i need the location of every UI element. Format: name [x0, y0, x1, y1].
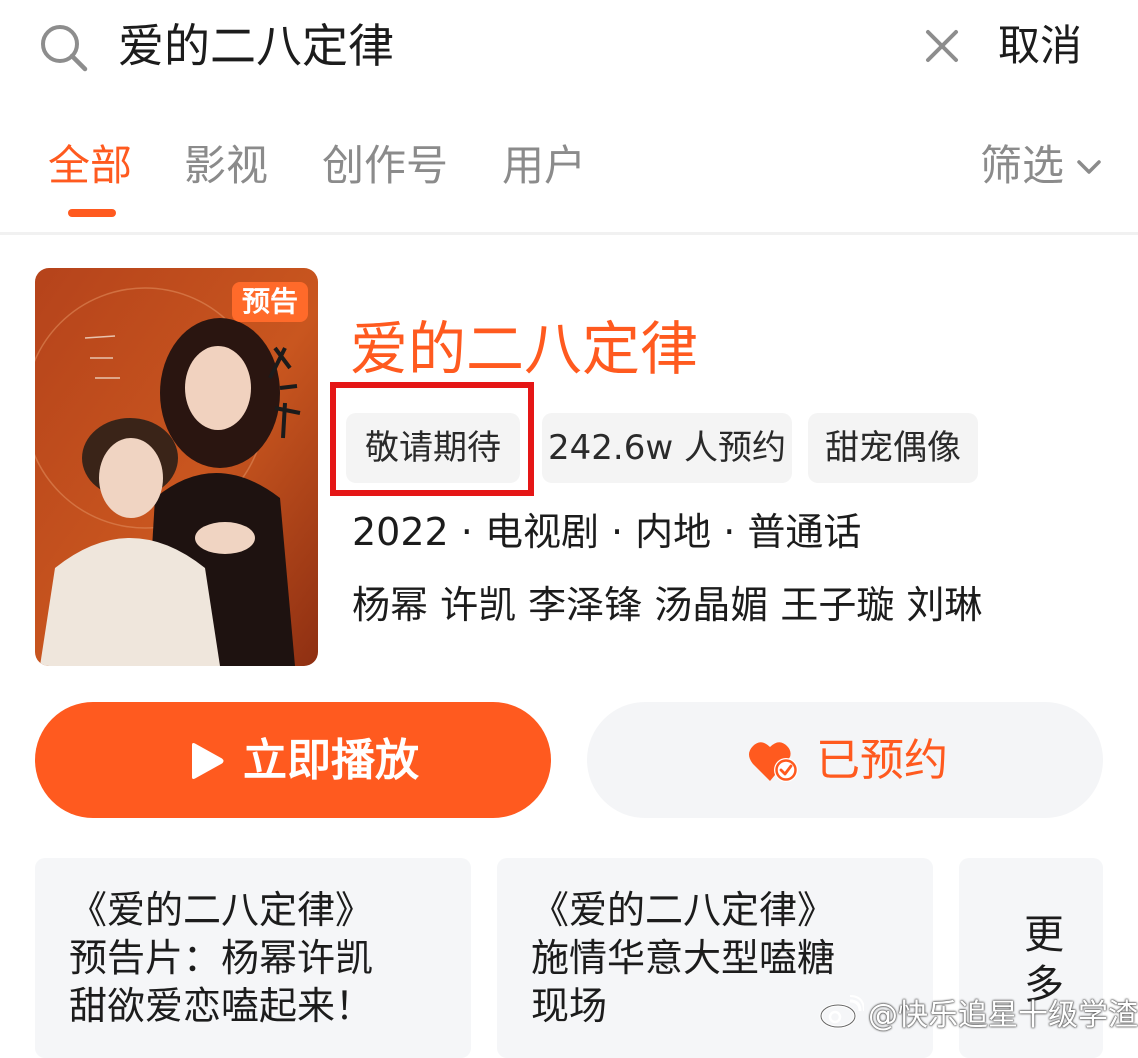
- show-meta: 2022 · 电视剧 · 内地 · 普通话: [352, 510, 862, 554]
- close-icon[interactable]: [924, 28, 960, 64]
- card-title-line: 《爱的二八定律》: [69, 888, 374, 932]
- card-title-line: 施情华意大型嗑糖: [531, 936, 836, 980]
- tab-all[interactable]: 全部: [48, 138, 132, 194]
- card-title-line: 甜欲爱恋嗑起来！: [69, 984, 374, 1028]
- trailer-badge: 预告: [231, 282, 308, 322]
- tab-users[interactable]: 用户: [502, 138, 586, 194]
- show-cast: 杨幂 许凯 李泽锋 汤晶媚 王子璇 刘琳: [352, 583, 983, 627]
- reservation-count-chip: 242.6w 人预约: [542, 413, 792, 483]
- watermark-text: @快乐追星十级学渣: [868, 998, 1138, 1033]
- play-icon: [192, 743, 224, 779]
- active-tab-indicator: [68, 209, 116, 217]
- reserved-button-label: 已预约: [816, 735, 948, 786]
- heart-check-icon: [749, 742, 798, 782]
- show-title[interactable]: 爱的二八定律: [350, 313, 698, 385]
- divider: [0, 232, 1138, 235]
- related-video-card[interactable]: 《爱的二八定律》 预告片：杨幂许凯 甜欲爱恋嗑起来！: [35, 858, 471, 1058]
- card-title-line: 现场: [531, 984, 608, 1028]
- card-title-line: 《爱的二八定律》: [531, 888, 836, 932]
- tab-film[interactable]: 影视: [184, 138, 268, 194]
- tab-creator[interactable]: 创作号: [322, 138, 448, 194]
- poster-image[interactable]: 预告: [35, 268, 318, 666]
- genre-chip[interactable]: 甜宠偶像: [808, 413, 978, 483]
- card-title-line: 预告片：杨幂许凯: [69, 936, 374, 980]
- filter-button[interactable]: 筛选: [980, 138, 1064, 194]
- chevron-down-icon[interactable]: [1074, 152, 1104, 182]
- highlight-annotation-box: [330, 382, 534, 496]
- play-button-label: 立即播放: [243, 735, 419, 786]
- cancel-button[interactable]: 取消: [998, 16, 1082, 76]
- search-input[interactable]: 爱的二八定律: [118, 16, 394, 76]
- search-icon: [41, 25, 88, 72]
- watermark: @快乐追星十级学渣: [818, 992, 1138, 1033]
- weibo-icon: [819, 995, 864, 1029]
